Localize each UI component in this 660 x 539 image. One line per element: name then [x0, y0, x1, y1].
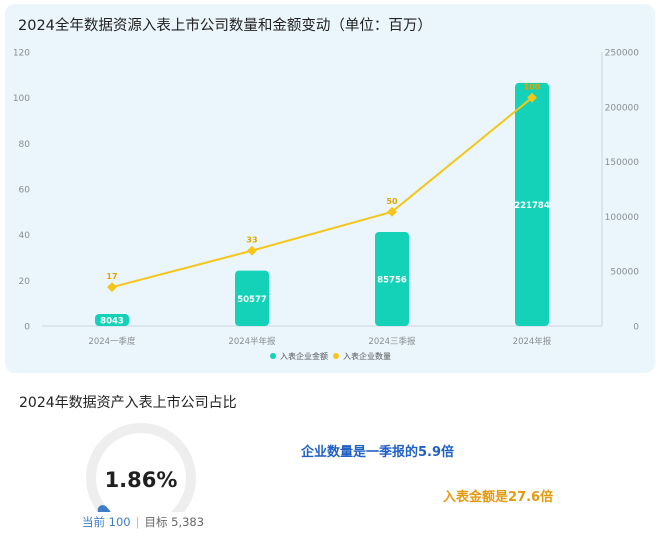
- line-value-label: 33: [246, 236, 257, 245]
- y-left-tick-label: 40: [19, 231, 31, 241]
- y-right-tick-label: 200000: [605, 103, 640, 113]
- share-gauge: [86, 423, 196, 512]
- x-tick-label: 2024年报: [513, 336, 552, 347]
- y-right-tick-label: 0: [633, 323, 639, 333]
- combo-chart: 0 20 40 60 80 100 120 0 50000 100000 150000 200000 2…: [13, 49, 640, 362]
- y-right-tick-label: 100000: [605, 213, 640, 223]
- bar-value-label: 85756: [377, 276, 407, 286]
- insight-count: 企业数量是一季报的5.9倍: [301, 445, 455, 460]
- current-count-label: 当前 100: [82, 515, 131, 529]
- y-right-tick-label: 150000: [605, 158, 640, 168]
- legend-line-marker: [333, 353, 339, 359]
- line-value-label: 100: [524, 83, 541, 92]
- y-left-tick-label: 80: [19, 140, 31, 150]
- legend-bar-label: 入表企业金额: [280, 351, 328, 361]
- line-value-label: 50: [386, 197, 398, 206]
- y-left-tick-label: 60: [19, 186, 31, 196]
- line-value-label: 17: [106, 272, 117, 281]
- bar-value-label: 221784: [514, 201, 550, 211]
- y-left-tick-label: 20: [19, 277, 31, 287]
- share-title: 2024年数据资产入表上市公司占比: [19, 395, 237, 411]
- share-percent: 1.86%: [104, 468, 178, 492]
- x-tick-label: 2024一季度: [88, 336, 136, 347]
- meta-divider: |: [135, 515, 140, 529]
- legend-line-label: 入表企业数量: [343, 351, 391, 361]
- insight-amount: 入表金额是27.6倍: [443, 490, 554, 505]
- y-left-tick-label: 0: [24, 323, 30, 333]
- x-tick-label: 2024半年报: [228, 336, 276, 347]
- bar-value-label: 50577: [237, 295, 267, 305]
- count-line: [111, 96, 533, 289]
- y-left-tick-label: 100: [13, 94, 30, 104]
- bar-value-label: 8043: [100, 317, 124, 327]
- x-tick-label: 2024三季报: [368, 336, 416, 347]
- gauge-fill: [97, 505, 111, 512]
- legend-bar-marker: [270, 353, 276, 359]
- y-right-tick-label: 50000: [610, 268, 639, 278]
- y-left-tick-label: 120: [13, 49, 30, 59]
- gauge-meta: 当前 100 | 目标 5,383: [82, 514, 204, 530]
- line-point: [107, 282, 117, 293]
- target-count-label: 目标 5,383: [144, 515, 205, 529]
- y-right-tick-label: 250000: [605, 49, 640, 59]
- line-point: [247, 245, 257, 256]
